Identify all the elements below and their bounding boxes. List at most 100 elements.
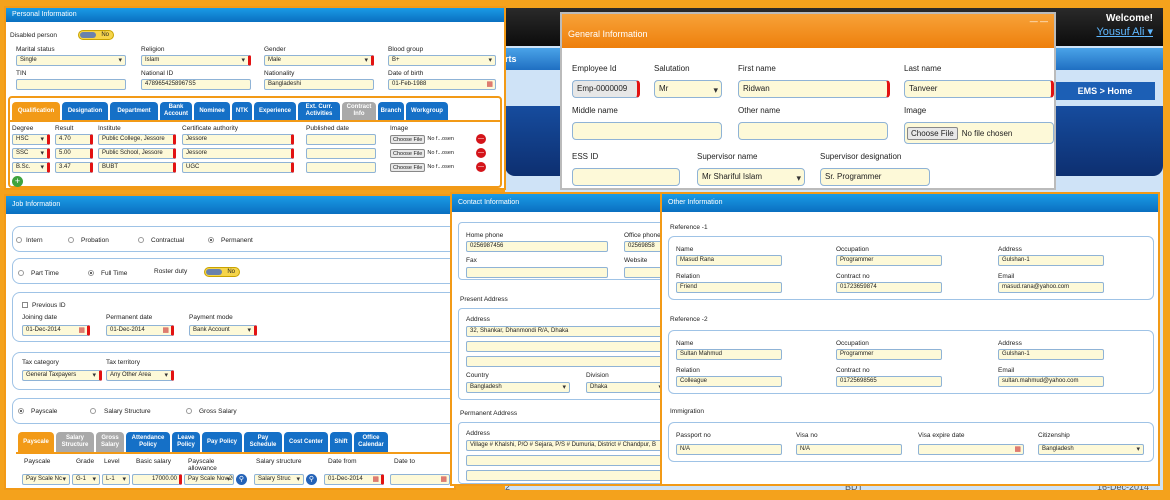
tab-leave-policy[interactable]: Leave Policy <box>172 432 200 452</box>
search-icon[interactable]: ⚲ <box>306 474 317 485</box>
present-address-line2[interactable] <box>466 341 660 352</box>
search-icon[interactable]: ⚲ <box>236 474 247 485</box>
delete-icon[interactable]: — <box>476 134 486 144</box>
ref1-contract-input[interactable]: 01723659874 <box>836 282 942 293</box>
joining-date-input[interactable]: 01-Dec-2014 <box>22 325 90 336</box>
published-input[interactable] <box>306 162 376 173</box>
tax-category-select[interactable]: General Taxpayers <box>22 370 102 381</box>
religion-select[interactable]: Islam <box>141 55 251 66</box>
first-name-input[interactable]: Ridwan <box>738 80 890 98</box>
result-input[interactable]: 4.70 <box>55 134 93 145</box>
choose-file-button[interactable]: Choose File <box>390 148 426 158</box>
office-phone-input[interactable]: 02569858 <box>624 241 660 252</box>
result-input[interactable]: 3.47 <box>55 162 93 173</box>
ref1-address-input[interactable]: Gulshan-1 <box>998 255 1104 266</box>
delete-icon[interactable]: — <box>476 148 486 158</box>
authority-input[interactable]: UGC <box>182 162 294 173</box>
payment-mode-select[interactable]: Bank Account <box>189 325 257 336</box>
allowance-select[interactable]: Pay Scale Nov 20 <box>184 474 234 485</box>
ref1-occupation-input[interactable]: Programmer <box>836 255 942 266</box>
image-upload[interactable]: Choose File No f...osen <box>390 162 454 172</box>
country-select[interactable]: Bangladesh <box>466 382 570 393</box>
radio-gross-salary[interactable] <box>186 408 192 414</box>
tab-bank-account[interactable]: Bank Account <box>160 102 192 120</box>
website-input[interactable] <box>624 267 660 278</box>
fax-input[interactable] <box>466 267 608 278</box>
tab-payscale[interactable]: Payscale <box>18 432 54 452</box>
tab-shift[interactable]: Shift <box>330 432 352 452</box>
tab-attendance-policy[interactable]: Attendance Policy <box>126 432 170 452</box>
supervisor-select[interactable]: Mr Shariful Islam <box>697 168 805 186</box>
degree-select[interactable]: SSC <box>12 148 50 159</box>
tab-cost-center[interactable]: Cost Center <box>284 432 328 452</box>
permanent-address-line3[interactable] <box>466 470 660 481</box>
roster-toggle[interactable]: No <box>204 267 240 277</box>
choose-file-button[interactable]: Choose File <box>390 162 426 172</box>
nav-item[interactable]: rts <box>505 54 517 64</box>
tab-pay-policy[interactable]: Pay Policy <box>202 432 242 452</box>
passport-input[interactable]: N/A <box>676 444 782 455</box>
tab-salary-structure[interactable]: Salary Structure <box>56 432 94 452</box>
present-address-line1[interactable]: 32, Shankar, Dhanmondi R/A, Dhaka <box>466 326 660 337</box>
supervisor-designation-input[interactable]: Sr. Programmer <box>820 168 930 186</box>
permanent-address-line1[interactable]: Village # Khalshi, P/O # Sejara, P/S # D… <box>466 440 660 451</box>
result-input[interactable]: 5.00 <box>55 148 93 159</box>
radio-salary-structure[interactable] <box>90 408 96 414</box>
ref2-contract-input[interactable]: 01725698565 <box>836 376 942 387</box>
tab-experience[interactable]: Experience <box>254 102 296 120</box>
tab-ext-curr[interactable]: Ext. Curr. Activities <box>298 102 340 120</box>
add-row-icon[interactable]: + <box>12 176 23 187</box>
last-name-input[interactable]: Tanveer <box>904 80 1054 98</box>
level-select[interactable]: L-1 <box>102 474 130 485</box>
division-select[interactable]: Dhaka <box>586 382 660 393</box>
ref2-relation-input[interactable]: Colleague <box>676 376 782 387</box>
nationality-input[interactable]: Bangladeshi <box>264 79 374 90</box>
institute-input[interactable]: Public School, Jessore <box>98 148 176 159</box>
radio-payscale[interactable] <box>18 408 24 414</box>
present-address-line3[interactable] <box>466 356 660 367</box>
ess-id-input[interactable] <box>572 168 680 186</box>
basic-salary-input[interactable]: 17000.00 <box>132 474 182 485</box>
payscale-select[interactable]: Pay Scale Nc <box>22 474 70 485</box>
radio-probation[interactable] <box>68 237 74 243</box>
tab-ntk[interactable]: NTK <box>232 102 252 120</box>
tab-qualification[interactable]: Qualification <box>12 102 60 120</box>
ref1-email-input[interactable]: masud.rana@yahoo.com <box>998 282 1104 293</box>
published-input[interactable] <box>306 148 376 159</box>
authority-input[interactable]: Jessore <box>182 148 294 159</box>
tab-designation[interactable]: Designation <box>62 102 108 120</box>
choose-file-button[interactable]: Choose File <box>390 134 426 144</box>
radio-permanent[interactable] <box>208 237 214 243</box>
ref2-email-input[interactable]: sultan.mahmud@yahoo.com <box>998 376 1104 387</box>
salutation-select[interactable]: Mr <box>654 80 722 98</box>
image-upload[interactable]: Choose File No f...osen <box>390 148 454 158</box>
institute-input[interactable]: BUBT <box>98 162 176 173</box>
dob-input[interactable]: 01-Feb-1988 <box>388 79 496 90</box>
visa-expire-input[interactable] <box>918 444 1024 455</box>
home-phone-input[interactable]: 0256987456 <box>466 241 608 252</box>
blood-select[interactable]: B+ <box>388 55 496 66</box>
date-to-input[interactable] <box>390 474 450 485</box>
radio-contractual[interactable] <box>138 237 144 243</box>
published-input[interactable] <box>306 134 376 145</box>
choose-file-button[interactable]: Choose File <box>907 126 958 140</box>
tab-nominee[interactable]: Nominee <box>194 102 230 120</box>
image-upload[interactable]: Choose File No f...osen <box>390 134 454 144</box>
other-name-input[interactable] <box>738 122 888 140</box>
grade-select[interactable]: G-1 <box>72 474 100 485</box>
institute-input[interactable]: Public College, Jessore <box>98 134 176 145</box>
radio-full-time[interactable] <box>88 270 94 276</box>
radio-part-time[interactable] <box>18 270 24 276</box>
breadcrumb[interactable]: EMS > Home <box>1055 82 1155 100</box>
degree-select[interactable]: B.Sc. <box>12 162 50 173</box>
tab-contract-info[interactable]: Contract Info <box>342 102 376 120</box>
delete-icon[interactable]: — <box>476 162 486 172</box>
tax-territory-select[interactable]: Any Other Area <box>106 370 174 381</box>
marital-select[interactable]: Single <box>16 55 126 66</box>
tab-workgroup[interactable]: Workgroup <box>406 102 448 120</box>
authority-input[interactable]: Jessore <box>182 134 294 145</box>
date-from-input[interactable]: 01-Dec-2014 <box>324 474 384 485</box>
disabled-toggle[interactable]: No <box>78 30 114 40</box>
tab-pay-schedule[interactable]: Pay Schedule <box>244 432 282 452</box>
gender-select[interactable]: Male <box>264 55 374 66</box>
